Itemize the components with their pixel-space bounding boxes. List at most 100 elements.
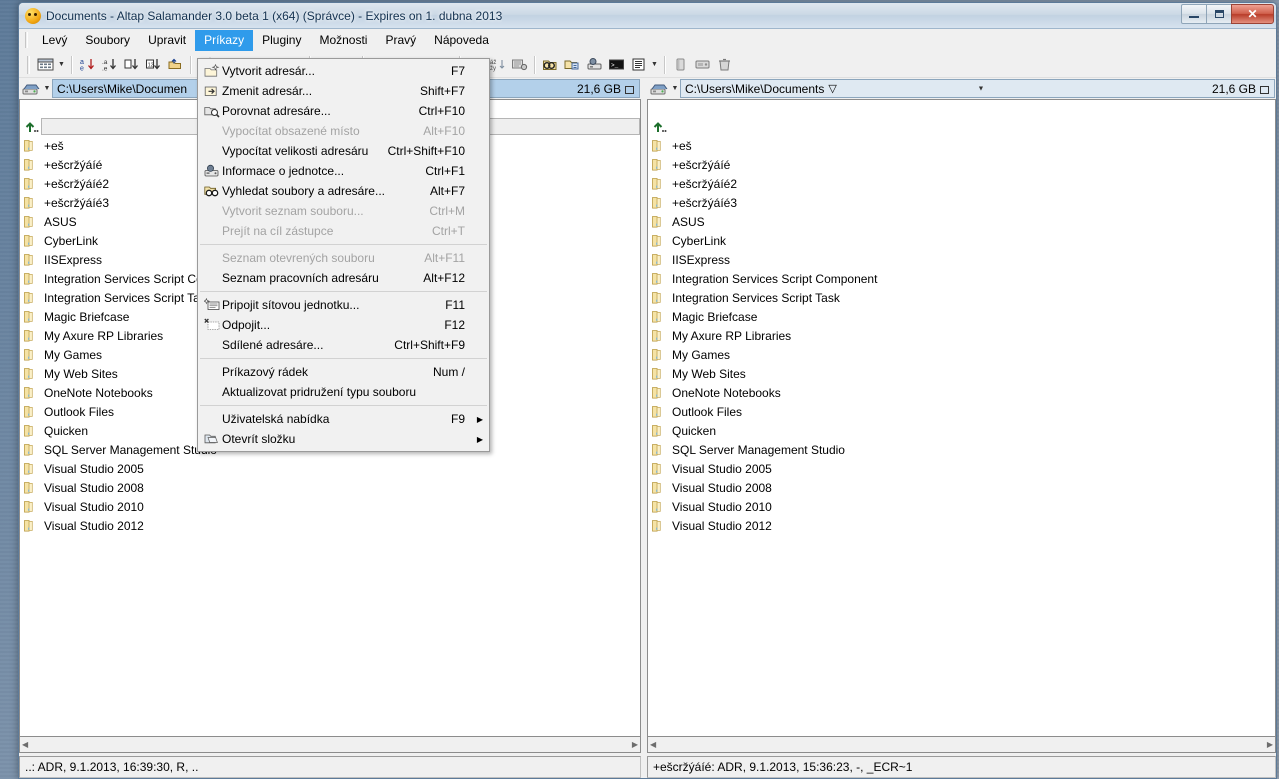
file-row[interactable]: +ešcržýáíé3 — [648, 193, 1275, 212]
drive-info-icon[interactable] — [583, 54, 605, 76]
file-row[interactable]: OneNote Notebooks — [648, 383, 1275, 402]
file-row[interactable]: Visual Studio 2005 — [648, 459, 1275, 478]
right-scroll-right-icon[interactable]: ▶ — [1267, 740, 1273, 749]
right-drive-icon[interactable] — [648, 79, 670, 98]
menu-item-pr-kazov-r-dek[interactable]: Príkazový rádekNum / — [198, 362, 489, 382]
folder-icon — [651, 462, 667, 476]
menubar-grip[interactable] — [25, 32, 28, 48]
left-horizontal-scrollbar[interactable]: ◀ ▶ — [19, 736, 641, 753]
menu-soubory[interactable]: Soubory — [76, 30, 139, 51]
folder-icon — [651, 310, 667, 324]
right-path-field[interactable]: C:\Users\Mike\Documents ▽ ▼ 21,6 GB — [680, 79, 1275, 98]
menu-prikazy[interactable]: Príkazy — [195, 30, 253, 51]
file-row[interactable]: Visual Studio 2008 — [648, 478, 1275, 497]
disconnect-icon[interactable] — [669, 54, 691, 76]
menu-item-u-ivatelsk-nab-dka[interactable]: Uživatelská nabídkaF9▶ — [198, 409, 489, 429]
folder-icon — [23, 196, 39, 210]
left-scroll-right-icon[interactable]: ▶ — [632, 740, 638, 749]
right-scroll-left-icon[interactable]: ◀ — [650, 740, 656, 749]
list-icon[interactable] — [627, 54, 649, 76]
close-button[interactable]: ✕ — [1231, 4, 1274, 24]
console-icon[interactable]: >_ — [605, 54, 627, 76]
file-row[interactable]: My Web Sites — [648, 364, 1275, 383]
file-row[interactable]: Visual Studio 2008 — [20, 478, 640, 497]
right-up-row[interactable] — [648, 117, 1275, 136]
file-row[interactable]: +ešcržýáíé2 — [648, 174, 1275, 193]
menu-upravit[interactable]: Upravit — [139, 30, 195, 51]
left-scroll-left-icon[interactable]: ◀ — [22, 740, 28, 749]
menu-napoveda[interactable]: Nápoveda — [425, 30, 498, 51]
menu-item-vytvorit-adres-r[interactable]: Vytvorit adresár...F7 — [198, 61, 489, 81]
maximize-button[interactable] — [1206, 4, 1232, 24]
view-mode-caret-icon[interactable]: ▼ — [56, 54, 67, 76]
file-row[interactable]: Visual Studio 2012 — [20, 516, 640, 535]
menu-item-seznam-pracovn-ch-adres-ru[interactable]: Seznam pracovních adresáruAlt+F12 — [198, 268, 489, 288]
menu-pravy[interactable]: Pravý — [376, 30, 425, 51]
file-row[interactable]: +ešcržýáíé — [648, 155, 1275, 174]
file-name: OneNote Notebooks — [44, 386, 153, 400]
menu-pluginy[interactable]: Pluginy — [253, 30, 310, 51]
menu-item-odpojit[interactable]: Odpojit...F12 — [198, 315, 489, 335]
right-horizontal-scrollbar[interactable]: ◀ ▶ — [647, 736, 1276, 753]
file-row[interactable]: Visual Studio 2010 — [648, 497, 1275, 516]
menu-separator — [200, 291, 487, 292]
file-row[interactable]: SQL Server Management Studio — [648, 440, 1275, 459]
filter-icon[interactable] — [508, 54, 530, 76]
menu-item-sd-len-adres-re[interactable]: Sdílené adresáre...Ctrl+Shift+F9 — [198, 335, 489, 355]
right-file-list[interactable]: +eš+ešcržýáíé +ešcržýáíé2 +ešcržýáíé3ASUSC… — [647, 116, 1276, 736]
folder-icon — [651, 272, 667, 286]
minimize-button[interactable] — [1181, 4, 1207, 24]
sort-attr-icon[interactable] — [164, 54, 186, 76]
compare-icon[interactable] — [561, 54, 583, 76]
up-directory-icon — [23, 120, 39, 134]
menu-item-vypoc-tat-velikosti-adres-ru[interactable]: Vypocítat velikosti adresáruCtrl+Shift+F… — [198, 141, 489, 161]
file-row[interactable]: Integration Services Script Task — [648, 288, 1275, 307]
menu-item-otevr-t-slo-ku[interactable]: Otevrít složku▶ — [198, 429, 489, 449]
file-row[interactable]: Visual Studio 2005 — [20, 459, 640, 478]
find-icon[interactable] — [539, 54, 561, 76]
list-caret-icon[interactable]: ▼ — [649, 54, 660, 76]
file-row[interactable]: My Axure RP Libraries — [648, 326, 1275, 345]
file-row[interactable]: My Games — [648, 345, 1275, 364]
view-mode-icon[interactable] — [34, 54, 56, 76]
folder-icon — [23, 462, 39, 476]
left-drive-icon[interactable] — [20, 79, 42, 98]
prikazy-dropdown-menu[interactable]: Vytvorit adresár...F7Zmenit adresár...Sh… — [197, 58, 490, 452]
file-row[interactable]: +eš — [648, 136, 1275, 155]
right-list-header — [647, 99, 1276, 116]
right-filter-icon[interactable]: ▽ — [828, 82, 836, 95]
menu-item-porovnat-adres-re[interactable]: Porovnat adresáre...Ctrl+F10 — [198, 101, 489, 121]
file-name: IISExpress — [44, 253, 102, 267]
left-drive-caret-icon[interactable]: ▼ — [42, 85, 52, 92]
file-row[interactable]: Visual Studio 2010 — [20, 497, 640, 516]
menu-levy[interactable]: Levý — [33, 30, 76, 51]
toolbar-grip[interactable] — [27, 56, 30, 74]
right-path-caret-icon[interactable]: ▼ — [978, 85, 985, 92]
menu-item-aktualizovat-pridru-en-typu-souboru[interactable]: Aktualizovat pridružení typu souboru — [198, 382, 489, 402]
menu-item-informace-o-jednotce[interactable]: Informace o jednotce...Ctrl+F1 — [198, 161, 489, 181]
trash-icon[interactable] — [713, 54, 735, 76]
menu-moznosti[interactable]: Možnosti — [310, 30, 376, 51]
file-row[interactable]: Visual Studio 2012 — [648, 516, 1275, 535]
window-controls: ✕ — [1182, 4, 1274, 24]
sort-date-icon[interactable]: 12 — [142, 54, 164, 76]
file-row[interactable]: ASUS — [648, 212, 1275, 231]
menu-item-zmenit-adres-r[interactable]: Zmenit adresár...Shift+F7 — [198, 81, 489, 101]
folder-icon — [651, 139, 667, 153]
right-drive-caret-icon[interactable]: ▼ — [670, 85, 680, 92]
file-row[interactable]: CyberLink — [648, 231, 1275, 250]
menu-item-pripojit-s-tovou-jednotku[interactable]: Pripojit sítovou jednotku...F11 — [198, 295, 489, 315]
file-row[interactable]: IISExpress — [648, 250, 1275, 269]
file-row[interactable]: Quicken — [648, 421, 1275, 440]
menu-item-vyhledat-soubory-a-adres-re[interactable]: Vyhledat soubory a adresáre...Alt+F7 — [198, 181, 489, 201]
title-bar[interactable]: Documents - Altap Salamander 3.0 beta 1 … — [19, 3, 1276, 29]
file-name: Visual Studio 2012 — [44, 519, 144, 533]
file-row[interactable]: Outlook Files — [648, 402, 1275, 421]
sort-name-icon[interactable]: ae — [76, 54, 98, 76]
file-name: +ešcržýáíé2 — [672, 177, 737, 191]
file-row[interactable]: Integration Services Script Component — [648, 269, 1275, 288]
file-row[interactable]: Magic Briefcase — [648, 307, 1275, 326]
sort-ext-icon[interactable]: .a.e — [98, 54, 120, 76]
sort-size-icon[interactable] — [120, 54, 142, 76]
connect-icon[interactable] — [691, 54, 713, 76]
